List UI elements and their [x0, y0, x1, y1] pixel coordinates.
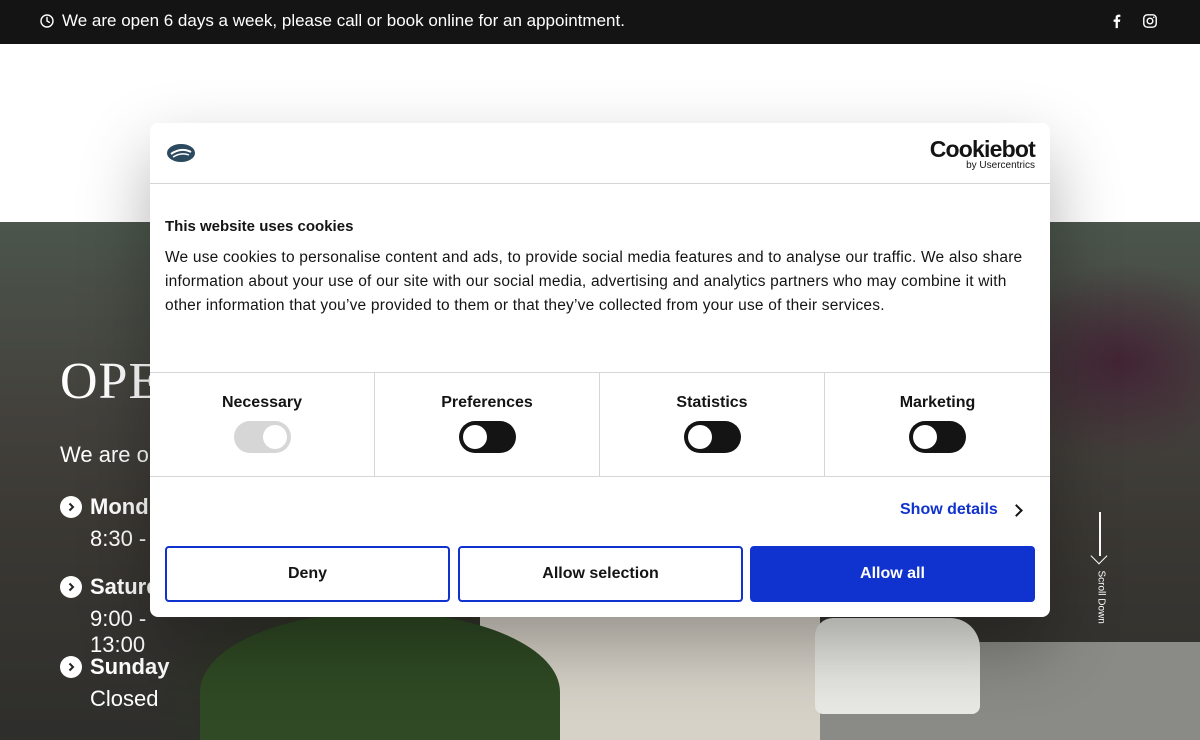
hero-title: OPE	[60, 353, 162, 410]
facebook-icon[interactable]	[1108, 12, 1126, 30]
chevron-right-icon	[60, 656, 82, 678]
cookiebot-brand-by: by Usercentrics	[966, 160, 1035, 171]
hours-day: Sunday	[90, 654, 170, 679]
clock-icon	[40, 14, 54, 28]
category-label: Statistics	[676, 394, 748, 411]
allow-selection-button[interactable]: Allow selection	[458, 546, 743, 602]
category-marketing: Marketing	[825, 373, 1050, 477]
hero-subtitle: We are op	[60, 442, 162, 467]
statistics-toggle[interactable]	[684, 421, 741, 453]
hours-time: 9:00 - 13:00	[90, 606, 147, 657]
deny-button[interactable]: Deny	[165, 546, 450, 602]
announcement-text: We are open 6 days a week, please call o…	[62, 11, 625, 30]
category-statistics: Statistics	[600, 373, 825, 477]
marketing-toggle[interactable]	[909, 421, 966, 453]
chevron-right-icon	[60, 576, 82, 598]
hours-time: 8:30 -	[90, 526, 147, 551]
scroll-down-label: Scroll Down	[1095, 570, 1107, 624]
site-logo-icon	[167, 144, 195, 162]
hours-row: Sunday Closed	[60, 654, 169, 712]
preferences-toggle[interactable]	[459, 421, 516, 453]
category-label: Preferences	[441, 394, 533, 411]
cookiebot-brand-name: Cookiebot	[929, 136, 1036, 162]
hours-row: Mond 8:30 -	[60, 494, 149, 552]
dialog-title: This website uses cookies	[165, 218, 354, 235]
necessary-toggle	[234, 421, 291, 453]
chevron-right-icon	[60, 496, 82, 518]
hours-row: Saturd 9:00 - 13:00	[60, 574, 160, 658]
hours-day: Mond	[90, 494, 149, 519]
category-label: Marketing	[899, 394, 976, 411]
chevron-right-icon	[1009, 503, 1023, 517]
allow-all-button[interactable]: Allow all	[750, 546, 1035, 602]
instagram-icon[interactable]	[1141, 12, 1159, 30]
top-announcement-bar: We are open 6 days a week, please call o…	[0, 0, 1200, 44]
cookie-consent-dialog: Cookiebot by Usercentrics This website u…	[150, 123, 1050, 617]
hours-time: Closed	[90, 686, 159, 711]
dialog-header: Cookiebot by Usercentrics	[150, 123, 1050, 184]
hero-van	[815, 618, 980, 714]
dialog-description: We use cookies to personalise content an…	[165, 249, 1023, 314]
cookiebot-logo: Cookiebot by Usercentrics	[929, 136, 1036, 171]
category-necessary: Necessary	[150, 373, 375, 477]
show-details-label: Show details	[900, 501, 998, 518]
category-label: Necessary	[221, 394, 303, 411]
cookie-category-toggles: Necessary Preferences Statistics Marketi…	[150, 372, 1050, 477]
show-details-link[interactable]: Show details	[900, 501, 1023, 519]
category-preferences: Preferences	[375, 373, 600, 477]
scroll-down-indicator[interactable]: Scroll Down	[1090, 512, 1110, 632]
